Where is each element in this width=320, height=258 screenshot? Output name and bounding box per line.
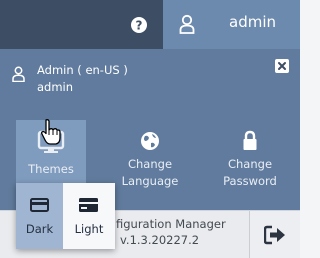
theme-dark-label: Dark (25, 222, 54, 236)
user-name-label: admin (37, 80, 74, 94)
svg-text:?: ? (136, 19, 143, 33)
change-password-button[interactable]: Change Password (215, 120, 285, 192)
change-language-label-1: Change (127, 157, 173, 171)
theme-menu: Dark Light (16, 183, 115, 249)
hand-pointer-icon (40, 118, 62, 146)
lock-icon (242, 130, 258, 155)
card-dark-icon (30, 197, 49, 216)
app-version-label: v.1.3.20227.2 (120, 233, 200, 247)
globe-icon (140, 131, 160, 155)
change-password-label-1: Change (227, 157, 273, 171)
change-password-label-2: Password (223, 174, 277, 188)
top-bar: ? admin (0, 0, 300, 49)
user-menu-button[interactable]: admin (163, 0, 300, 49)
theme-light-label: Light (74, 222, 104, 236)
card-light-icon (79, 197, 98, 216)
user-icon (12, 66, 25, 83)
theme-option-light[interactable]: Light (63, 183, 115, 249)
app-name-label: figuration Manager (116, 217, 226, 231)
question-circle-icon[interactable]: ? (130, 16, 148, 34)
close-icon[interactable] (275, 59, 289, 73)
change-language-label-2: Language (121, 174, 179, 188)
change-language-button[interactable]: Change Language (115, 120, 185, 192)
user-icon (179, 14, 195, 34)
logout-button[interactable] (249, 211, 300, 258)
theme-option-dark[interactable]: Dark (16, 183, 63, 249)
themes-label: Themes (28, 162, 74, 176)
username-label: admin (229, 13, 276, 31)
user-locale-label: Admin ( en-US ) (37, 63, 128, 77)
